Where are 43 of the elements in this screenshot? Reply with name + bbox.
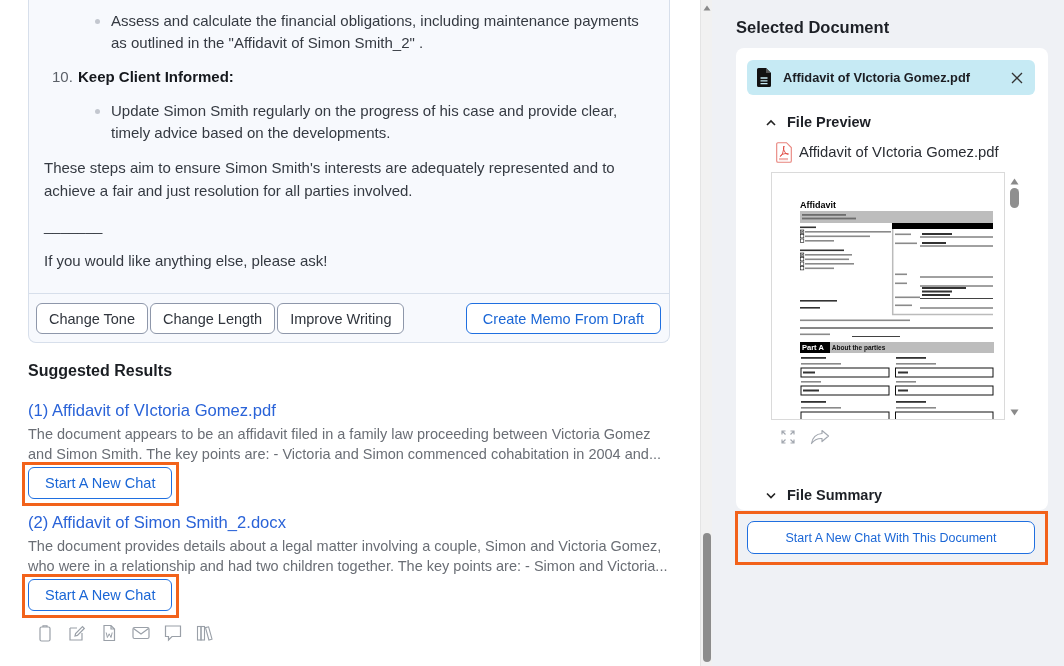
panel-title: Selected Document — [736, 17, 890, 37]
create-memo-button[interactable]: Create Memo From Draft — [465, 303, 661, 334]
section-heading: Suggested Results — [28, 361, 173, 381]
rewrite-button[interactable]: Change Length — [150, 303, 276, 334]
clipboard-icon[interactable] — [36, 624, 54, 642]
result-description: The document provides details about a legal matter involving a couple, Simon and Victoria Gomez, who were in a relationship and had two children together. The key points are: - Simon and Victoria... — [28, 537, 669, 576]
rewrite-button[interactable]: Change Tone — [36, 303, 148, 334]
pdf-file-icon — [776, 141, 792, 163]
scrollbar-thumb[interactable] — [702, 533, 711, 662]
result-link[interactable]: (2) Affidavit of Simon Smith_2.docx — [28, 512, 286, 534]
result-description: The document appears to be an affidavit filed in a family law proceeding between Victoria Gomez and Simon Smith. The key points are: - Victoria and Simon commenced cohabitation in 2004 and... — [28, 425, 662, 464]
expand-icon[interactable] — [780, 429, 796, 445]
down-arrow-icon[interactable] — [1010, 409, 1019, 416]
list-number: 10. — [52, 67, 74, 87]
new-chat-button[interactable]: Start A New Chat — [28, 579, 173, 611]
message-paragraph: If you would like anything else, please ask! — [44, 251, 329, 271]
up-arrow-icon[interactable] — [1010, 178, 1019, 185]
list-item-title: Keep Client Informed: — [78, 67, 234, 87]
mail-icon[interactable] — [132, 624, 150, 642]
preview-file-name: Affidavit of VIctoria Gomez.pdf — [799, 144, 999, 160]
message-paragraph: These steps aim to ensure Simon Smith's interests are adequately represented and to achieve a fair and just resolution for all parties involved. — [44, 158, 616, 201]
scrollbar-thumb[interactable] — [1010, 188, 1019, 208]
edit-icon[interactable] — [68, 624, 86, 642]
new-chat-button[interactable]: Start A New Chat — [28, 467, 173, 499]
bullet-text: Assess and calculate the financial obligations, including maintenance payments as outlined in the "Affidavit of Simon Smith_2" . — [111, 11, 640, 53]
books-icon[interactable] — [196, 624, 214, 642]
file-name: Affidavit of VIctoria Gomez.pdf — [783, 70, 970, 85]
rewrite-button[interactable]: Improve Writing — [277, 303, 405, 334]
section-toggle[interactable]: File Summary — [747, 485, 883, 505]
document-icon[interactable] — [100, 624, 118, 642]
up-arrow-icon[interactable] — [702, 5, 711, 11]
document-title: Affidavit — [800, 200, 836, 210]
chat-bubble-icon[interactable] — [164, 624, 182, 642]
close-icon — [1011, 71, 1023, 84]
bullet-text: Update Simon Smith regularly on the progress of his case and provide clear, timely advice based on the developments. — [111, 101, 619, 143]
bullet-icon — [95, 109, 100, 114]
bullet-icon — [95, 19, 100, 24]
new-chat-with-document-button[interactable]: Start A New Chat With This Document — [747, 521, 1035, 554]
message-paragraph: _______ — [44, 216, 104, 236]
file-icon — [757, 68, 771, 87]
share-icon[interactable] — [810, 429, 830, 445]
section-toggle[interactable]: File Preview — [747, 112, 871, 132]
result-link[interactable]: (1) Affidavit of VIctoria Gomez.pdf — [28, 400, 276, 422]
